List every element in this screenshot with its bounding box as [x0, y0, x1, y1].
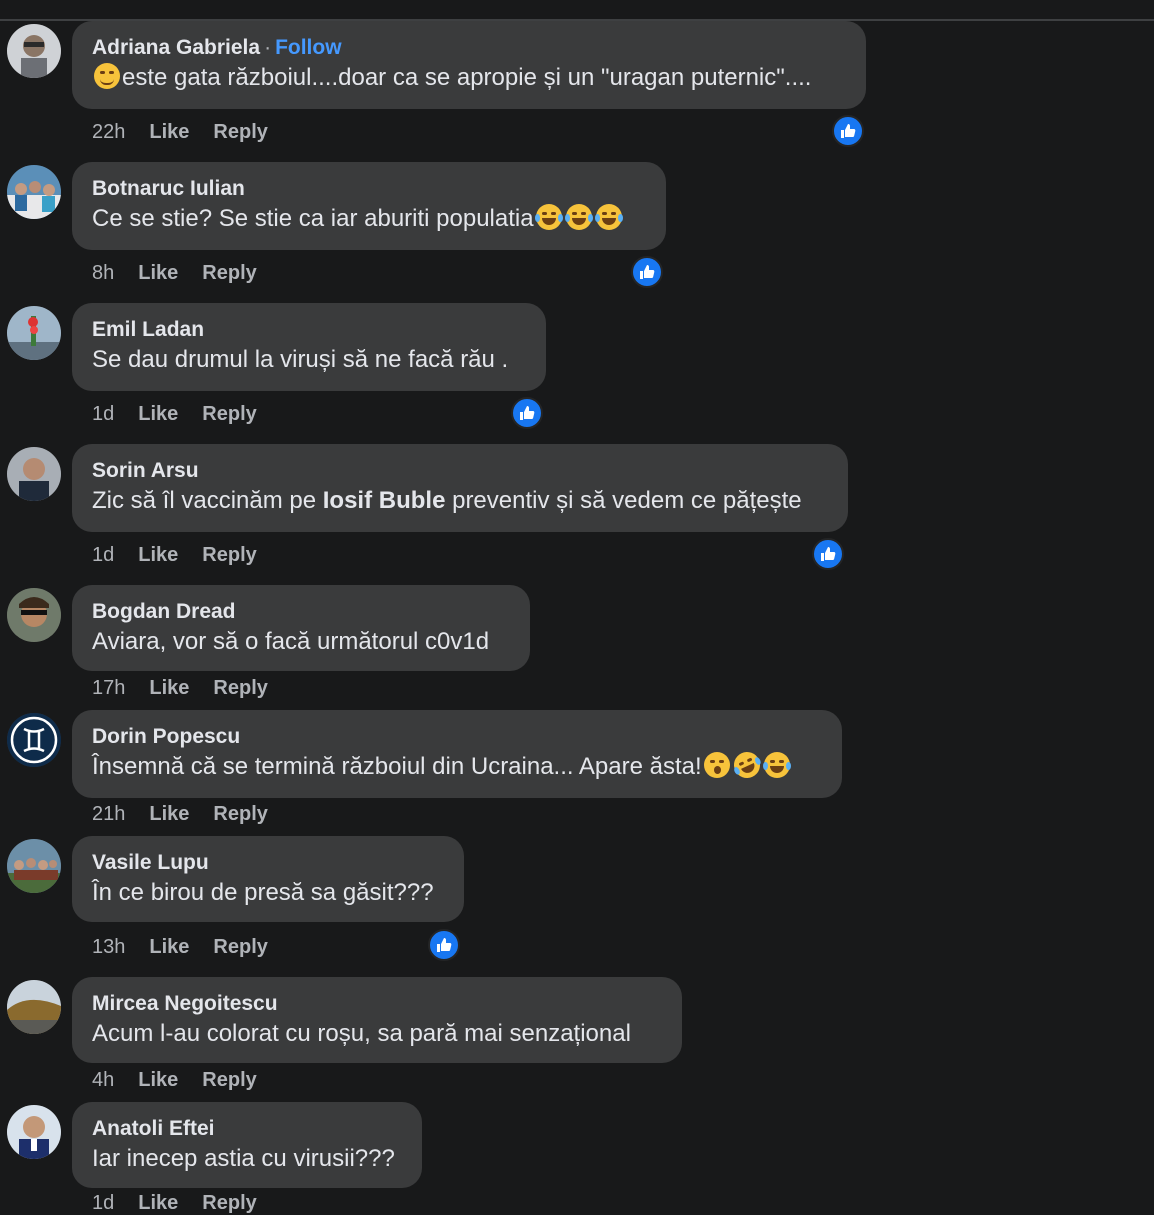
- comment-actions: 21h Like Reply: [92, 803, 292, 826]
- mentioned-name[interactable]: Iosif Buble: [323, 487, 446, 514]
- author-name[interactable]: Botnaruc Iulian: [92, 175, 646, 203]
- rolling-laughing-emoji-icon: [729, 747, 764, 783]
- reply-button[interactable]: Reply: [202, 1069, 256, 1091]
- like-button[interactable]: Like: [138, 544, 178, 566]
- avatar[interactable]: [7, 165, 61, 219]
- comment-text: În ce birou de presă sa găsit???: [92, 879, 434, 906]
- like-icon[interactable]: [832, 115, 864, 147]
- like-button[interactable]: Like: [138, 403, 178, 425]
- laughing-tears-emoji-icon: [564, 204, 593, 230]
- comment-text: Însemnă că se termină războiul din Ucrai…: [92, 753, 702, 780]
- avatar[interactable]: [7, 588, 61, 642]
- avatar[interactable]: [7, 713, 61, 767]
- follow-button[interactable]: Follow: [275, 36, 342, 59]
- timestamp[interactable]: 1d: [92, 544, 114, 566]
- avatar[interactable]: [7, 980, 61, 1034]
- reply-button[interactable]: Reply: [202, 544, 256, 566]
- avatar[interactable]: [7, 1105, 61, 1159]
- like-icon[interactable]: [631, 256, 663, 288]
- laughing-tears-emoji-icon: [534, 204, 563, 230]
- like-button[interactable]: Like: [149, 803, 189, 825]
- comment-actions: 4h Like Reply: [92, 1069, 281, 1092]
- author-name[interactable]: Adriana Gabriela: [92, 36, 260, 59]
- comment-actions: 1d Like Reply: [92, 403, 281, 426]
- comment-actions: 22h Like Reply: [92, 121, 292, 144]
- comment-actions: 17h Like Reply: [92, 677, 292, 700]
- comment-text: Acum l-au colorat cu roșu, sa pară mai s…: [92, 1020, 631, 1047]
- reply-button[interactable]: Reply: [202, 403, 256, 425]
- comment-bubble: Dorin Popescu Însemnă că se termină răzb…: [72, 710, 842, 798]
- comment-actions: 1d Like Reply: [92, 544, 281, 567]
- author-name[interactable]: Emil Ladan: [92, 316, 526, 344]
- avatar[interactable]: [7, 447, 61, 501]
- reply-button[interactable]: Reply: [202, 262, 256, 284]
- timestamp[interactable]: 22h: [92, 121, 125, 143]
- comment-bubble: Vasile Lupu În ce birou de presă sa găsi…: [72, 836, 464, 922]
- like-icon[interactable]: [511, 397, 543, 429]
- comment-bubble: Botnaruc Iulian Ce se stie? Se stie ca i…: [72, 162, 666, 250]
- author-name[interactable]: Bogdan Dread: [92, 598, 510, 626]
- comment-bubble: Anatoli Eftei Iar inecep astia cu virusi…: [72, 1102, 422, 1188]
- comment-bubble: Bogdan Dread Aviara, vor să o facă următ…: [72, 585, 530, 671]
- comment-text: Ce se stie? Se stie ca iar aburiti popul…: [92, 205, 534, 232]
- timestamp[interactable]: 4h: [92, 1069, 114, 1091]
- avatar[interactable]: [7, 24, 61, 78]
- comment-text: Zic să îl vaccinăm pe Iosif Buble preven…: [92, 487, 802, 514]
- timestamp[interactable]: 1d: [92, 403, 114, 425]
- avatar[interactable]: [7, 839, 61, 893]
- smile-emoji-icon: [94, 63, 120, 89]
- author-name[interactable]: Anatoli Eftei: [92, 1115, 402, 1143]
- timestamp[interactable]: 21h: [92, 803, 125, 825]
- comment-text: Aviara, vor să o facă următorul c0v1d: [92, 628, 490, 655]
- reply-button[interactable]: Reply: [213, 803, 267, 825]
- like-button[interactable]: Like: [149, 936, 189, 958]
- comment-actions: 1d Like Reply: [92, 1192, 281, 1215]
- timestamp[interactable]: 13h: [92, 936, 125, 958]
- laughing-tears-emoji-icon: [762, 752, 791, 778]
- timestamp[interactable]: 1d: [92, 1192, 114, 1214]
- comment-actions: 13h Like Reply: [92, 936, 292, 959]
- timestamp[interactable]: 8h: [92, 262, 114, 284]
- like-button[interactable]: Like: [138, 1069, 178, 1091]
- like-button[interactable]: Like: [149, 677, 189, 699]
- reply-button[interactable]: Reply: [213, 936, 267, 958]
- comment-actions: 8h Like Reply: [92, 262, 281, 285]
- comment-text: este gata războiul....doar ca se apropie…: [122, 64, 812, 91]
- reply-button[interactable]: Reply: [213, 121, 267, 143]
- reply-button[interactable]: Reply: [202, 1192, 256, 1214]
- like-icon[interactable]: [428, 929, 460, 961]
- comment-bubble: Mircea Negoitescu Acum l-au colorat cu r…: [72, 977, 682, 1063]
- comment-bubble: Emil Ladan Se dau drumul la viruși să ne…: [72, 303, 546, 391]
- laughing-tears-emoji-icon: [594, 204, 623, 230]
- timestamp[interactable]: 17h: [92, 677, 125, 699]
- author-name[interactable]: Sorin Arsu: [92, 457, 828, 485]
- like-button[interactable]: Like: [138, 1192, 178, 1214]
- comment-bubble: Sorin Arsu Zic să îl vaccinăm pe Iosif B…: [72, 444, 848, 532]
- comment-text: Se dau drumul la viruși să ne facă rău .: [92, 346, 509, 373]
- separator-dot: ·: [264, 36, 272, 59]
- comment-bubble: Adriana Gabriela · Follow este gata război…: [72, 21, 866, 109]
- author-name[interactable]: Mircea Negoitescu: [92, 990, 662, 1018]
- author-name[interactable]: Vasile Lupu: [92, 849, 444, 877]
- author-name[interactable]: Dorin Popescu: [92, 723, 822, 751]
- like-icon[interactable]: [812, 538, 844, 570]
- screaming-face-emoji-icon: [703, 752, 730, 778]
- avatar[interactable]: [7, 306, 61, 360]
- like-button[interactable]: Like: [149, 121, 189, 143]
- reply-button[interactable]: Reply: [213, 677, 267, 699]
- comment-text: Iar inecep astia cu virusii???: [92, 1145, 395, 1172]
- like-button[interactable]: Like: [138, 262, 178, 284]
